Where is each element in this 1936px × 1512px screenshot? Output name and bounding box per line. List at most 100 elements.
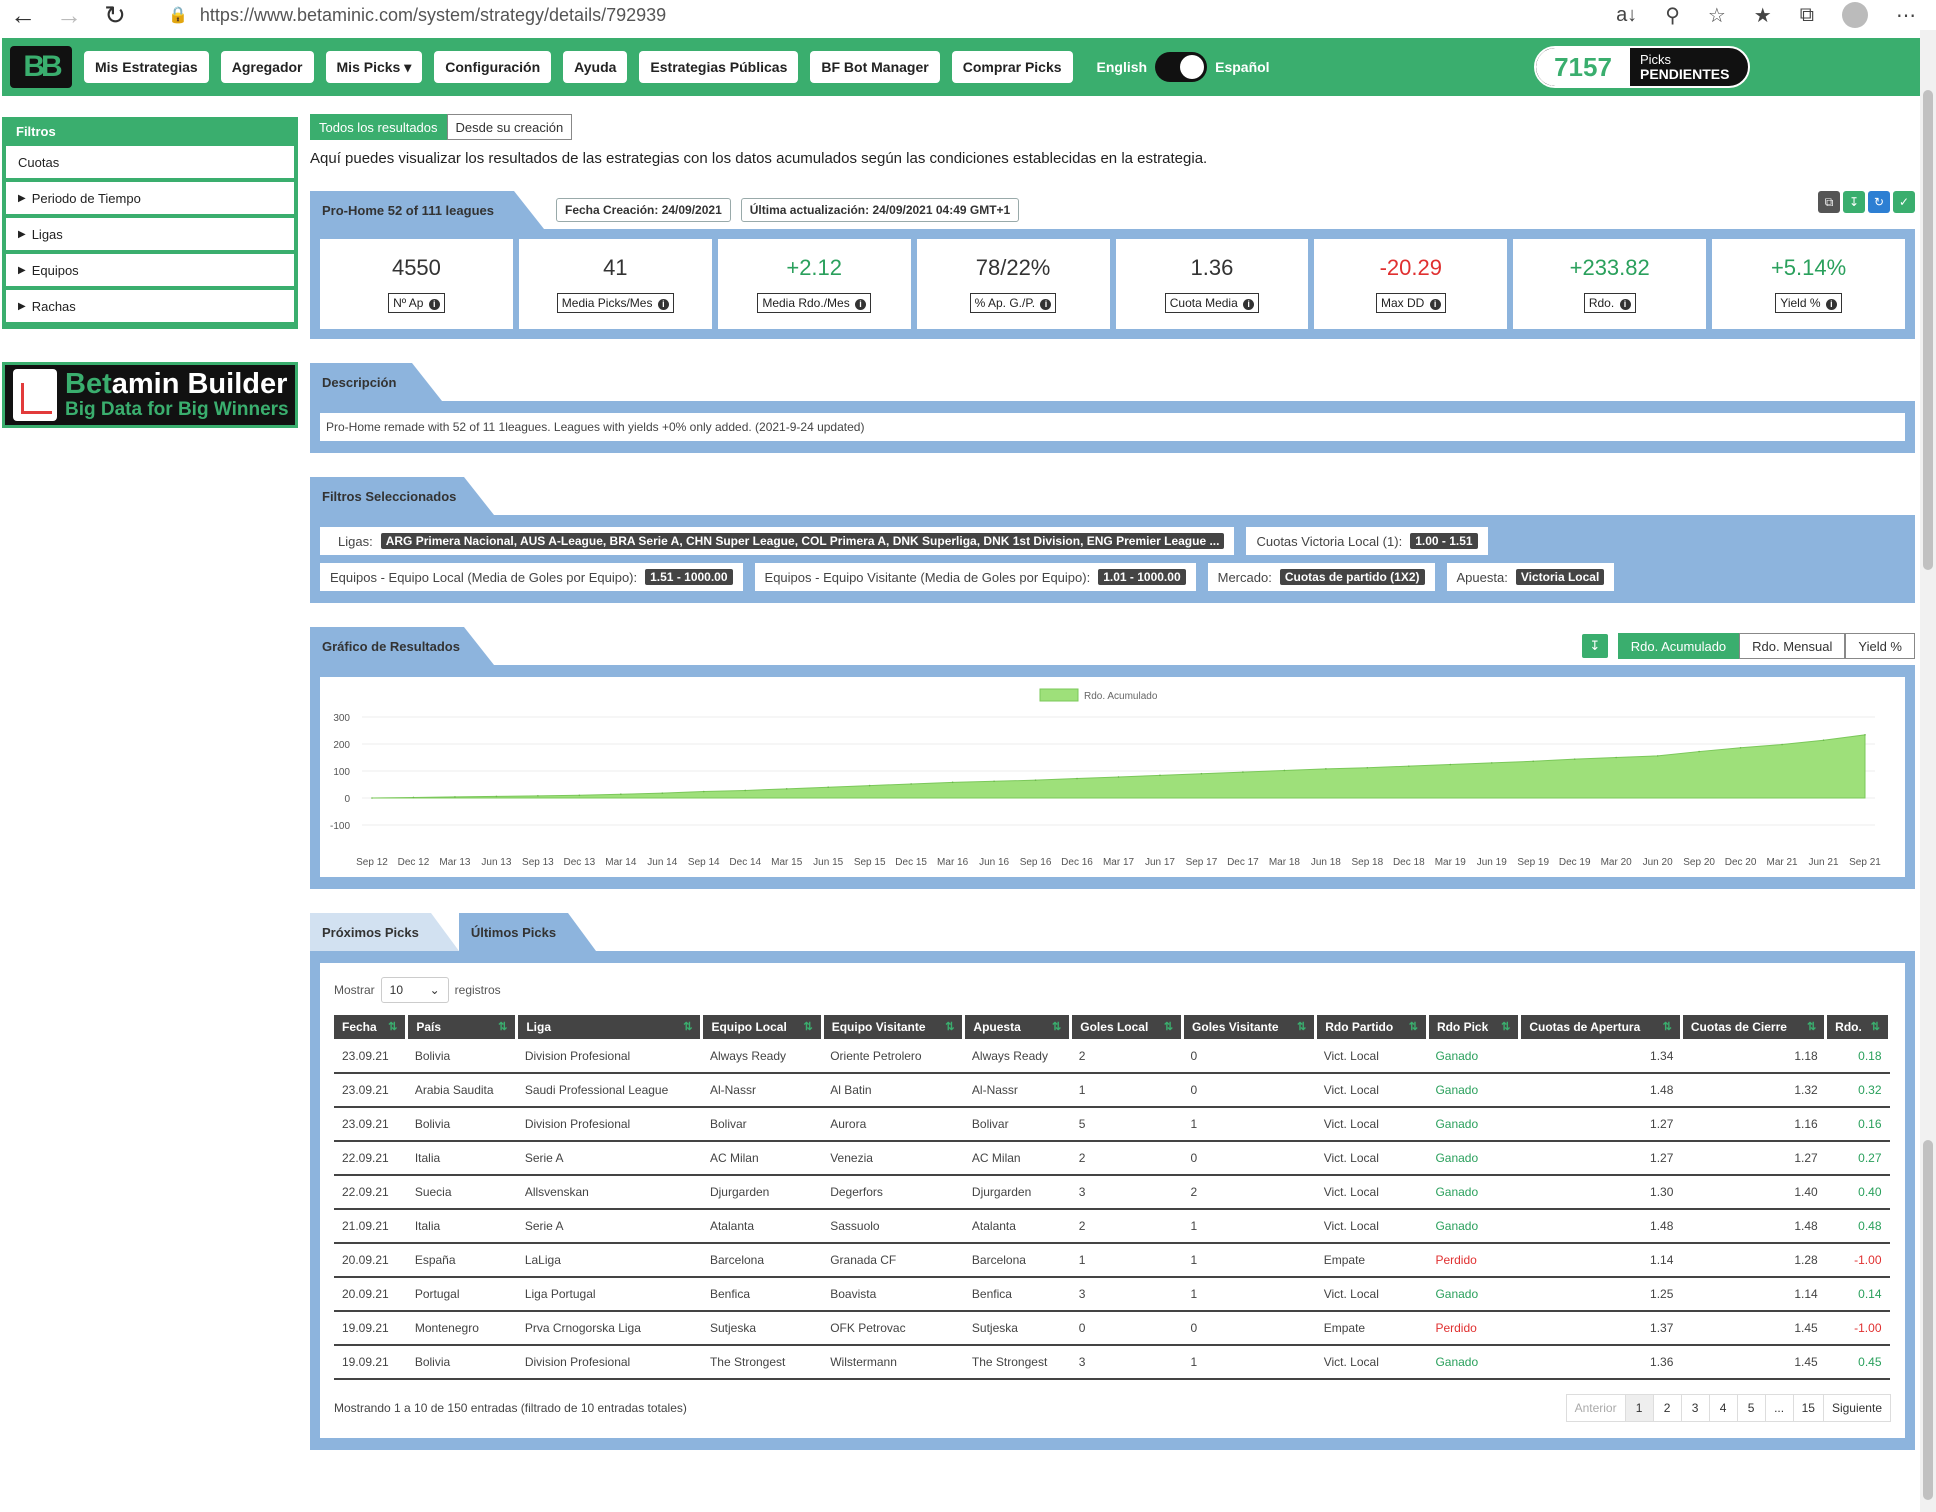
page-button[interactable]: 1: [1624, 1395, 1653, 1421]
page-button[interactable]: ...: [1764, 1395, 1793, 1421]
profile-avatar[interactable]: [1842, 2, 1868, 28]
nav-comprar-picks[interactable]: Comprar Picks: [951, 51, 1073, 83]
data-point: [1698, 750, 1700, 753]
page-length-select[interactable]: 10 ⌄: [380, 977, 449, 1003]
column-header[interactable]: País ⇅: [406, 1015, 519, 1039]
chart-download-icon[interactable]: ↧: [1581, 634, 1608, 658]
sort-icon[interactable]: ⇅: [1164, 1020, 1173, 1033]
page-button[interactable]: 15: [1792, 1395, 1823, 1421]
info-icon[interactable]: i: [1040, 299, 1052, 310]
nav-bf-bot-manager[interactable]: BF Bot Manager: [810, 51, 940, 83]
column-header[interactable]: Equipo Local ⇅: [701, 1015, 824, 1039]
sort-icon[interactable]: ⇅: [1663, 1020, 1672, 1033]
chart-btn-accumulated[interactable]: Rdo. Acumulado: [1617, 633, 1740, 659]
table-cell: Atalanta: [963, 1209, 1071, 1244]
info-icon[interactable]: i: [1429, 299, 1441, 310]
sidebar-item-equipos[interactable]: ▶ Equipos: [6, 254, 294, 286]
sort-icon[interactable]: ⇅: [1871, 1020, 1880, 1033]
address-bar[interactable]: 🔒 https://www.betaminic.com/system/strat…: [168, 5, 1616, 26]
sidebar-item-rachas[interactable]: ▶ Rachas: [6, 290, 294, 322]
column-header[interactable]: Goles Visitante ⇅: [1182, 1015, 1318, 1039]
sort-icon[interactable]: ⇅: [1052, 1020, 1061, 1033]
sort-icon[interactable]: ⇅: [388, 1020, 397, 1033]
tab-proximos-picks[interactable]: Próximos Picks: [310, 913, 459, 951]
lang-english[interactable]: English: [1097, 59, 1148, 75]
table-cell: Portugal: [406, 1277, 517, 1312]
back-icon[interactable]: ←: [0, 0, 46, 31]
page-button[interactable]: 4: [1708, 1395, 1737, 1421]
language-toggle[interactable]: [1155, 52, 1208, 82]
data-point: [578, 794, 581, 797]
sort-icon[interactable]: ⇅: [683, 1020, 692, 1033]
column-header[interactable]: Cuotas de Cierre ⇅: [1681, 1015, 1828, 1039]
sort-icon[interactable]: ⇅: [498, 1020, 507, 1033]
chart-btn-yield[interactable]: Yield %: [1845, 633, 1915, 659]
data-point: [1034, 779, 1037, 781]
column-header[interactable]: Fecha ⇅: [334, 1015, 409, 1039]
page-button[interactable]: Anterior: [1567, 1395, 1625, 1421]
site-logo[interactable]: BB: [10, 46, 72, 88]
table-cell: Vict. Local: [1315, 1141, 1428, 1176]
refresh-icon[interactable]: ↻: [1868, 191, 1890, 213]
favorites-list-icon[interactable]: ★: [1754, 3, 1772, 28]
sidebar-item-cuotas[interactable]: Cuotas: [6, 146, 294, 178]
nav-mis-estrategias[interactable]: Mis Estrategias: [84, 51, 209, 83]
page-button[interactable]: 2: [1652, 1395, 1681, 1421]
tab-all-results[interactable]: Todos los resultados: [310, 114, 447, 140]
sort-icon[interactable]: ⇅: [1501, 1020, 1510, 1033]
sort-icon[interactable]: ⇅: [1807, 1020, 1816, 1033]
nav-ayuda[interactable]: Ayuda: [563, 51, 628, 83]
info-icon[interactable]: i: [1619, 299, 1631, 310]
nav-configuracion[interactable]: Configuración: [434, 51, 552, 83]
reload-icon[interactable]: ↻: [92, 0, 138, 31]
nav-mis-picks[interactable]: Mis Picks ▾: [325, 51, 423, 83]
data-point: [1864, 734, 1866, 736]
tab-since-creation[interactable]: Desde su creación: [446, 114, 573, 140]
check-icon[interactable]: ✓: [1893, 191, 1915, 213]
sort-icon[interactable]: ⇅: [945, 1020, 954, 1033]
column-header[interactable]: Goles Local ⇅: [1070, 1015, 1185, 1039]
pending-picks-badge[interactable]: 7157 Picks PENDIENTES: [1534, 46, 1750, 88]
page-button[interactable]: 3: [1680, 1395, 1709, 1421]
copy-icon[interactable]: ⧉: [1818, 191, 1840, 213]
table-cell: 0.32: [1825, 1073, 1890, 1108]
nav-agregador[interactable]: Agregador: [220, 51, 314, 83]
lang-spanish[interactable]: Español: [1215, 59, 1269, 75]
info-icon[interactable]: i: [1243, 299, 1255, 310]
column-header[interactable]: Rdo. ⇅: [1825, 1015, 1891, 1039]
info-icon[interactable]: i: [1825, 299, 1837, 310]
sidebar-item-periodo[interactable]: ▶ Periodo de Tiempo: [6, 182, 294, 214]
table-row: 19.09.21 Montenegro Prva Crnogorska Liga Su…: [334, 1311, 1890, 1346]
filter-chip: Equipos - Equipo Visitante (Media de Gol…: [754, 563, 1196, 591]
page-button[interactable]: 5: [1736, 1395, 1765, 1421]
table-cell: 23.09.21: [334, 1107, 407, 1142]
more-icon[interactable]: ⋯: [1896, 3, 1916, 28]
table-cell: 5: [1070, 1107, 1183, 1142]
tab-ultimos-picks[interactable]: Últimos Picks: [458, 913, 597, 951]
page-button[interactable]: Siguiente: [1822, 1395, 1890, 1421]
results-chart: 300 200 100 0 -100 Sep 12 Dec 12 Mar 13 Jun 13 Se…: [320, 677, 1905, 877]
betamin-builder-banner[interactable]: Betamin Builder Big Data for Big Winners: [2, 362, 298, 428]
forward-icon[interactable]: →: [46, 0, 92, 31]
column-header[interactable]: Rdo Partido ⇅: [1315, 1015, 1429, 1039]
sort-icon[interactable]: ⇅: [1297, 1020, 1306, 1033]
download-icon[interactable]: ↧: [1843, 191, 1865, 213]
column-header[interactable]: Cuotas de Apertura ⇅: [1519, 1015, 1683, 1039]
read-aloud-icon[interactable]: a↓: [1616, 4, 1637, 27]
page-scrollbar[interactable]: [1920, 30, 1936, 1512]
sort-icon[interactable]: ⇅: [1409, 1020, 1418, 1033]
chart-btn-monthly[interactable]: Rdo. Mensual: [1739, 633, 1846, 659]
column-header[interactable]: Liga ⇅: [516, 1015, 704, 1039]
info-icon[interactable]: i: [855, 299, 867, 310]
column-header[interactable]: Rdo Pick ⇅: [1427, 1015, 1522, 1039]
sidebar-item-ligas[interactable]: ▶ Ligas: [6, 218, 294, 250]
collections-icon[interactable]: ⧉: [1800, 4, 1814, 27]
info-icon[interactable]: i: [428, 299, 440, 310]
favorite-icon[interactable]: ☆: [1708, 3, 1726, 28]
zoom-icon[interactable]: ⚲: [1665, 3, 1680, 28]
column-header[interactable]: Apuesta ⇅: [963, 1015, 1073, 1039]
info-icon[interactable]: i: [657, 299, 669, 310]
nav-estrategias-publicas[interactable]: Estrategias Públicas: [639, 51, 799, 83]
column-header[interactable]: Equipo Visitante ⇅: [822, 1015, 966, 1039]
sort-icon[interactable]: ⇅: [804, 1020, 813, 1033]
